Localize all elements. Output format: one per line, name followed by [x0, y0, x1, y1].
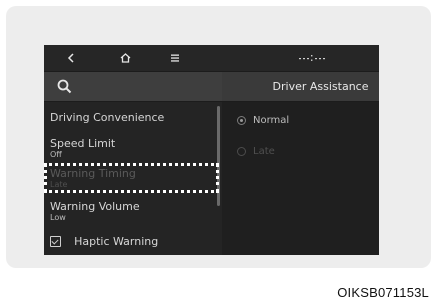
- top-status-bar: [44, 45, 379, 71]
- option-normal[interactable]: Normal: [237, 115, 289, 126]
- infotainment-screen: Driving Convenience Speed Limit Off Warn…: [44, 45, 379, 255]
- sidebar-item-speed-limit[interactable]: Speed Limit Off: [50, 137, 215, 160]
- sidebar-item-driving-convenience[interactable]: Driving Convenience: [50, 111, 215, 124]
- menu-button[interactable]: [164, 45, 186, 71]
- radio-unselected-icon: [237, 147, 246, 156]
- radio-selected-icon: [237, 116, 246, 125]
- sidebar-item-warning-volume[interactable]: Warning Volume Low: [50, 200, 215, 223]
- sidebar-item-label: Speed Limit: [50, 137, 116, 150]
- home-icon: [120, 53, 130, 63]
- chevron-left-icon: [67, 53, 74, 63]
- content-panel: Normal Late: [222, 102, 379, 255]
- sidebar-item-value: Low: [50, 213, 66, 222]
- back-button[interactable]: [60, 45, 82, 71]
- content-title: Driver Assistance: [272, 80, 369, 93]
- menu-icon: [171, 54, 179, 62]
- home-button[interactable]: [114, 45, 136, 71]
- warning-timing-highlight: [44, 163, 219, 193]
- option-late[interactable]: Late: [237, 146, 275, 157]
- search-button[interactable]: [44, 72, 222, 101]
- haptic-warning-checkbox[interactable]: [50, 236, 61, 247]
- sidebar-item-value: Off: [50, 150, 62, 159]
- figure-code: OIKSB071153L: [337, 285, 429, 300]
- option-label: Late: [253, 146, 275, 157]
- signal-status: [292, 45, 332, 71]
- search-icon: [57, 79, 72, 94]
- content-header: Driver Assistance: [222, 72, 379, 101]
- sidebar-item-label: Driving Convenience: [50, 111, 165, 124]
- signal-status-icon: [299, 55, 325, 61]
- option-label: Normal: [253, 115, 290, 126]
- sidebar-item-label: Warning Volume: [50, 200, 140, 213]
- sidebar-item-label: Haptic Warning: [74, 235, 159, 248]
- sidebar-item-haptic-warning[interactable]: Haptic Warning: [50, 231, 215, 250]
